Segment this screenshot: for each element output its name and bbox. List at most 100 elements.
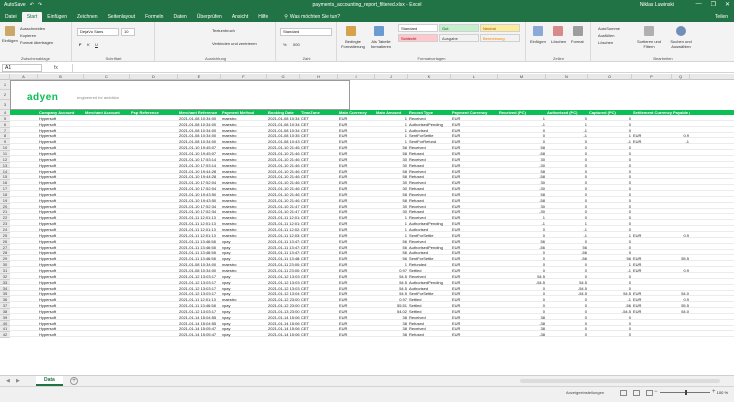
table-cell[interactable]: CET [300, 139, 338, 144]
table-cell[interactable]: 38 [375, 326, 408, 331]
table-cell[interactable]: 2021-01-12 13:03:53 [267, 286, 300, 291]
table-cell[interactable]: Received [408, 315, 451, 320]
table-cell[interactable]: EUR [451, 227, 498, 232]
table-cell[interactable]: 38 [375, 315, 408, 320]
table-cell[interactable] [632, 326, 672, 331]
format-painter-button[interactable]: Format übertragen [20, 40, 53, 45]
table-cell[interactable]: Hypersoft [38, 204, 84, 209]
table-cell[interactable]: 0 [588, 326, 632, 331]
table-cell[interactable]: 2021-01-11 13:48:25 [267, 256, 300, 261]
table-cell[interactable]: CET [300, 233, 338, 238]
spreadsheet-grid[interactable]: ABCDEFGHIJKLMNOPQ 1 2 3 4 5 6 7 8 9 10 11 12 13 14 15 1… [0, 74, 734, 374]
table-cell[interactable]: Hypersoft [38, 186, 84, 191]
table-cell[interactable]: EUR [338, 174, 375, 179]
table-cell[interactable]: Refused [408, 174, 451, 179]
table-cell[interactable]: Settled [408, 268, 451, 273]
table-row[interactable]: Hypersoft 2021-01-14 15:04:55 vpay 2021-01-… [10, 315, 734, 320]
table-cell[interactable] [632, 332, 672, 337]
table-row[interactable]: Hypersoft 2021-01-11 12:01:13 maestro 2021-… [10, 227, 734, 232]
table-cell[interactable]: 2021-01-11 13:46:58 [178, 239, 221, 244]
tab-zeichnen[interactable]: Zeichnen [72, 12, 103, 22]
table-cell[interactable]: 55.51 [375, 303, 408, 308]
table-cell[interactable] [130, 233, 178, 238]
table-cell[interactable] [84, 291, 130, 296]
table-cell[interactable]: -38 [498, 321, 546, 326]
table-cell[interactable]: 0 [588, 239, 632, 244]
table-cell[interactable]: -54.5 [498, 280, 546, 285]
table-cell[interactable]: 2021-01-12 13:03:36 [267, 274, 300, 279]
table-cell[interactable] [130, 221, 178, 226]
table-cell[interactable] [672, 204, 690, 209]
table-cell[interactable]: 0 [588, 163, 632, 168]
table-cell[interactable]: Hypersoft [38, 321, 84, 326]
table-cell[interactable]: EUR [451, 280, 498, 285]
table-cell[interactable] [672, 286, 690, 291]
table-cell[interactable]: EUR [451, 262, 498, 267]
table-cell[interactable]: EUR [338, 221, 375, 226]
table-cell[interactable]: 2021-01-11 12:01:59 [267, 221, 300, 226]
table-cell[interactable]: 30 [375, 163, 408, 168]
table-cell[interactable]: CET [300, 262, 338, 267]
table-cell[interactable]: Refused [408, 186, 451, 191]
table-cell[interactable]: maestro [221, 180, 267, 185]
table-cell[interactable] [130, 286, 178, 291]
table-cell[interactable] [672, 116, 690, 121]
table-row[interactable]: Hypersoft 2021-01-11 12:01:13 maestro 2021-… [10, 233, 734, 238]
tab-start[interactable]: Start [21, 12, 43, 22]
table-cell[interactable]: EUR [451, 198, 498, 203]
table-cell[interactable]: maestro [221, 192, 267, 197]
table-cell[interactable] [130, 157, 178, 162]
table-row[interactable]: Hypersoft 2021-01-11 13:46:58 vpay 2021-01-… [10, 256, 734, 262]
table-cell[interactable]: EUR [451, 116, 498, 121]
table-cell[interactable]: CET [300, 133, 338, 138]
table-cell[interactable]: 1 [375, 133, 408, 138]
table-cell[interactable]: EUR [338, 309, 375, 314]
table-cell[interactable]: 0 [588, 250, 632, 255]
tab-datei[interactable]: Datei [0, 12, 22, 22]
prev-sheet-icon[interactable]: ◀ [6, 378, 10, 384]
table-cell[interactable]: 0 [498, 139, 546, 144]
table-cell[interactable] [632, 209, 672, 214]
table-cell[interactable]: maestro [221, 157, 267, 162]
table-cell[interactable]: 0 [588, 198, 632, 203]
table-cell[interactable]: -54.5 [546, 291, 588, 296]
table-cell[interactable]: Hypersoft [38, 151, 84, 156]
table-cell[interactable]: -1 [546, 227, 588, 232]
table-cell[interactable]: EUR [338, 209, 375, 214]
table-cell[interactable]: maestro [221, 145, 267, 150]
table-cell[interactable]: 2021-01-10 21:46:50 [267, 157, 300, 162]
table-cell[interactable]: EUR [338, 245, 375, 250]
table-cell[interactable]: 54.5 [375, 291, 408, 296]
table-row[interactable]: Hypersoft 2021-01-10 19:43:50 maestro 2021-… [10, 198, 734, 203]
table-cell[interactable]: 2021-01-11 13:46:58 [178, 303, 221, 308]
table-cell[interactable]: EUR [632, 133, 672, 138]
table-cell[interactable]: 2021-01-10 19:45:07 [178, 145, 221, 150]
row-header[interactable]: 42 [0, 332, 10, 339]
user-name[interactable]: Niklas Luwinski [640, 2, 674, 8]
table-cell[interactable]: 0 [546, 139, 588, 144]
table-cell[interactable]: SentForSettle [408, 133, 451, 138]
table-cell[interactable]: EUR [451, 186, 498, 191]
table-cell[interactable]: CET [300, 157, 338, 162]
table-cell[interactable]: 2021-01-12 13:04:43 [267, 291, 300, 296]
table-cell[interactable]: 0 [546, 326, 588, 331]
table-cell[interactable]: 0 [498, 297, 546, 302]
table-cell[interactable]: 0 [498, 256, 546, 261]
table-cell[interactable]: EUR [451, 215, 498, 220]
table-cell[interactable] [672, 192, 690, 197]
table-cell[interactable] [84, 315, 130, 320]
table-cell[interactable]: EUR [451, 268, 498, 273]
table-cell[interactable]: EUR [451, 204, 498, 209]
table-cell[interactable]: EUR [338, 139, 375, 144]
table-cell[interactable] [84, 309, 130, 314]
table-cell[interactable] [130, 262, 178, 267]
table-row[interactable]: Hypersoft 2021-01-08 10:34:00 maestro 2021-… [10, 122, 734, 127]
table-cell[interactable]: 0 [546, 204, 588, 209]
table-cell[interactable] [84, 145, 130, 150]
table-cell[interactable] [84, 157, 130, 162]
table-cell[interactable]: vpay [221, 256, 267, 261]
table-cell[interactable]: Refused [408, 209, 451, 214]
table-cell[interactable]: Hypersoft [38, 262, 84, 267]
table-cell[interactable]: vpay [221, 326, 267, 331]
table-cell[interactable]: Hypersoft [38, 157, 84, 162]
